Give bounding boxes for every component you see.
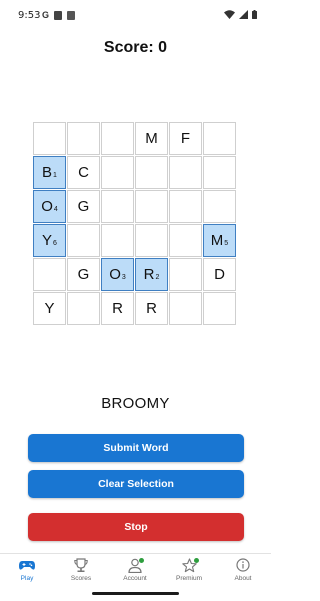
nav-item-premium[interactable]: Premium bbox=[162, 554, 216, 587]
cell-letter: M bbox=[145, 130, 158, 147]
grid-cell[interactable] bbox=[67, 122, 100, 155]
grid-cell[interactable] bbox=[101, 224, 134, 257]
person-icon bbox=[128, 558, 144, 574]
grid-cell[interactable]: C bbox=[67, 156, 100, 189]
grid-cell[interactable]: R2 bbox=[135, 258, 168, 291]
nav-label-premium: Premium bbox=[175, 575, 202, 582]
grid-cell[interactable]: O4 bbox=[33, 190, 66, 223]
grid-cell[interactable] bbox=[203, 156, 236, 189]
cell-letter: F bbox=[180, 130, 191, 147]
home-indicator bbox=[92, 592, 179, 595]
cell-letter: O bbox=[109, 266, 121, 283]
grid-cell[interactable] bbox=[67, 224, 100, 257]
cell-selection-order: 5 bbox=[224, 240, 229, 247]
grid-cell[interactable]: R bbox=[101, 292, 134, 325]
grid-cell[interactable] bbox=[135, 224, 168, 257]
grid-cell[interactable] bbox=[169, 224, 202, 257]
cell-letter: R bbox=[146, 300, 157, 317]
battery-icon bbox=[252, 10, 257, 19]
grid-cell[interactable] bbox=[169, 156, 202, 189]
grid-cell[interactable] bbox=[169, 258, 202, 291]
status-notification-icons: G bbox=[42, 9, 76, 21]
cell-selection-order: 3 bbox=[121, 274, 126, 281]
clear-selection-button[interactable]: Clear Selection bbox=[28, 470, 244, 498]
grid-cell[interactable] bbox=[169, 190, 202, 223]
grid-cell[interactable]: B1 bbox=[33, 156, 66, 189]
grid-cell[interactable] bbox=[203, 190, 236, 223]
status-bar: 9:53 G bbox=[0, 0, 271, 32]
grid-cell[interactable]: Y6 bbox=[33, 224, 66, 257]
grid-cell[interactable]: M5 bbox=[203, 224, 236, 257]
cell-letter: R bbox=[112, 300, 123, 317]
nav-item-scores[interactable]: Scores bbox=[54, 554, 108, 587]
nav-item-play[interactable]: Play bbox=[0, 554, 54, 587]
grid-cell[interactable]: G bbox=[67, 258, 100, 291]
signal-icon bbox=[239, 10, 248, 19]
grid-cell[interactable]: F bbox=[169, 122, 202, 155]
grid-cell[interactable]: R bbox=[135, 292, 168, 325]
grid-cell[interactable] bbox=[135, 190, 168, 223]
grid-cell[interactable] bbox=[203, 292, 236, 325]
grid-cell[interactable] bbox=[33, 258, 66, 291]
grid-cell[interactable]: M bbox=[135, 122, 168, 155]
status-time: 9:53 bbox=[18, 10, 41, 21]
cell-letter: G bbox=[77, 266, 90, 283]
grid-cell[interactable] bbox=[101, 122, 134, 155]
gamepad-icon bbox=[19, 558, 35, 573]
score-label: Score: 0 bbox=[103, 39, 168, 56]
nav-label-play: Play bbox=[20, 575, 34, 582]
cell-letter: G bbox=[77, 198, 90, 215]
cell-letter: O bbox=[41, 198, 53, 215]
cell-letter: M bbox=[210, 232, 224, 249]
grid-cell[interactable]: Y bbox=[33, 292, 66, 325]
grid-cell[interactable]: D bbox=[203, 258, 236, 291]
cell-selection-order: 2 bbox=[155, 274, 160, 281]
bottom-navigation: Play Scores Account Premium About bbox=[0, 553, 271, 586]
grid-cell[interactable] bbox=[203, 122, 236, 155]
grid-cell[interactable] bbox=[67, 292, 100, 325]
submit-word-button[interactable]: Submit Word bbox=[28, 434, 244, 462]
cell-letter: C bbox=[78, 164, 89, 181]
google-icon: G bbox=[42, 10, 50, 20]
cell-letter: Y bbox=[44, 300, 55, 317]
nav-label-account: Account bbox=[123, 575, 147, 582]
cell-selection-order: 1 bbox=[53, 172, 57, 179]
grid-cell[interactable] bbox=[169, 292, 202, 325]
account-badge bbox=[139, 558, 144, 563]
nav-label-scores: Scores bbox=[70, 575, 92, 582]
cell-selection-order: 4 bbox=[53, 206, 58, 213]
sim-card-icon bbox=[54, 10, 63, 20]
nav-label-about: About bbox=[234, 575, 252, 582]
grid-cell[interactable]: G bbox=[67, 190, 100, 223]
info-icon bbox=[236, 558, 250, 573]
cell-letter: Y bbox=[42, 232, 53, 249]
nav-item-about[interactable]: About bbox=[216, 554, 270, 587]
status-system-icons bbox=[224, 10, 257, 19]
grid-cell[interactable] bbox=[101, 156, 134, 189]
star-icon bbox=[181, 558, 199, 573]
stop-button[interactable]: Stop bbox=[28, 513, 244, 541]
grid-cell[interactable] bbox=[135, 156, 168, 189]
cell-letter: B bbox=[42, 164, 53, 181]
cell-letter: R bbox=[143, 266, 155, 283]
app-notification-icon bbox=[67, 10, 76, 20]
premium-badge bbox=[193, 558, 199, 563]
grid-cell[interactable] bbox=[101, 190, 134, 223]
grid-cell[interactable]: O3 bbox=[101, 258, 134, 291]
trophy-icon bbox=[74, 558, 88, 573]
current-word: BROOMY bbox=[101, 395, 170, 412]
letter-grid: MFB1CO4GY6M5GO3R2DYRR bbox=[33, 122, 239, 328]
nav-item-account[interactable]: Account bbox=[108, 554, 162, 587]
wifi-icon bbox=[224, 10, 235, 19]
cell-selection-order: 6 bbox=[53, 240, 57, 247]
cell-letter: D bbox=[214, 266, 225, 283]
grid-cell[interactable] bbox=[33, 122, 66, 155]
